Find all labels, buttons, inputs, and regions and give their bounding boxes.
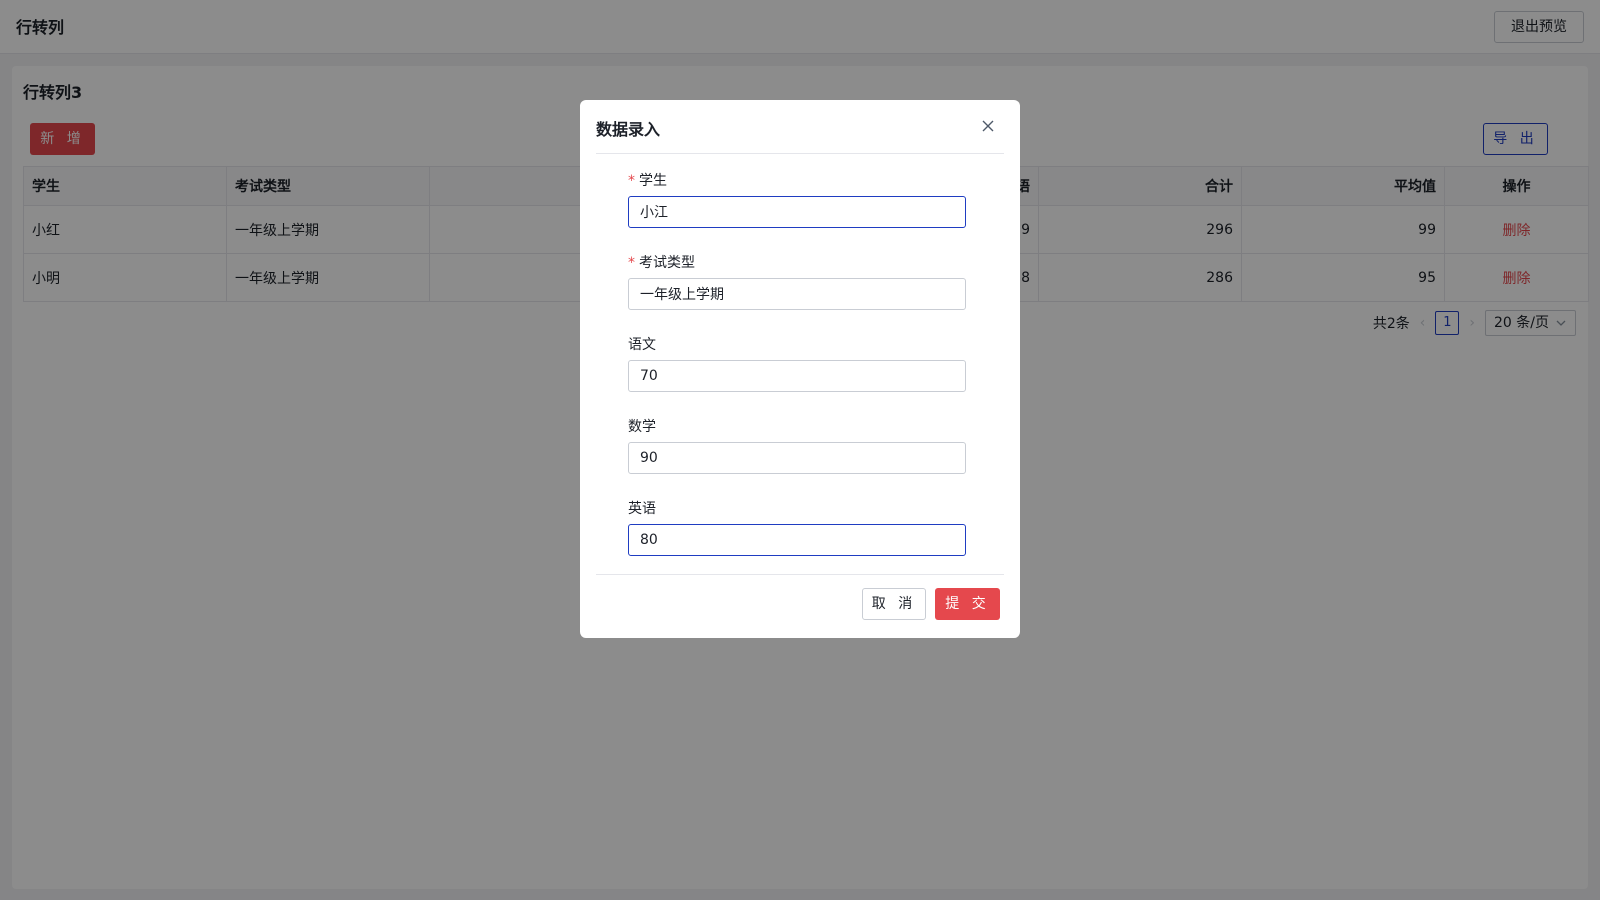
submit-button[interactable]: 提 交 xyxy=(935,588,1000,620)
required-asterisk: * xyxy=(628,173,635,189)
english-score-input[interactable] xyxy=(628,524,966,556)
exam-type-input[interactable] xyxy=(628,278,966,310)
data-entry-dialog: 数据录入 *学生 *考试类型 语文 数学 英语 取 消 提 交 xyxy=(580,100,1020,638)
field-label-student: * 学生 xyxy=(628,173,667,189)
field-label-exam-type: * 考试类型 xyxy=(628,255,695,271)
dialog-title: 数据录入 xyxy=(596,120,661,139)
cancel-button[interactable]: 取 消 xyxy=(862,588,926,620)
dialog-footer-divider xyxy=(596,574,1004,575)
student-input[interactable] xyxy=(628,196,966,228)
math-score-input[interactable] xyxy=(628,442,966,474)
chinese-score-input[interactable] xyxy=(628,360,966,392)
field-label-english: 英语 xyxy=(628,501,656,517)
field-label-chinese: 语文 xyxy=(628,337,656,353)
field-label-math: 数学 xyxy=(628,419,656,435)
close-icon[interactable] xyxy=(980,118,996,134)
required-asterisk: * xyxy=(628,255,635,271)
dialog-header-divider xyxy=(596,153,1004,154)
